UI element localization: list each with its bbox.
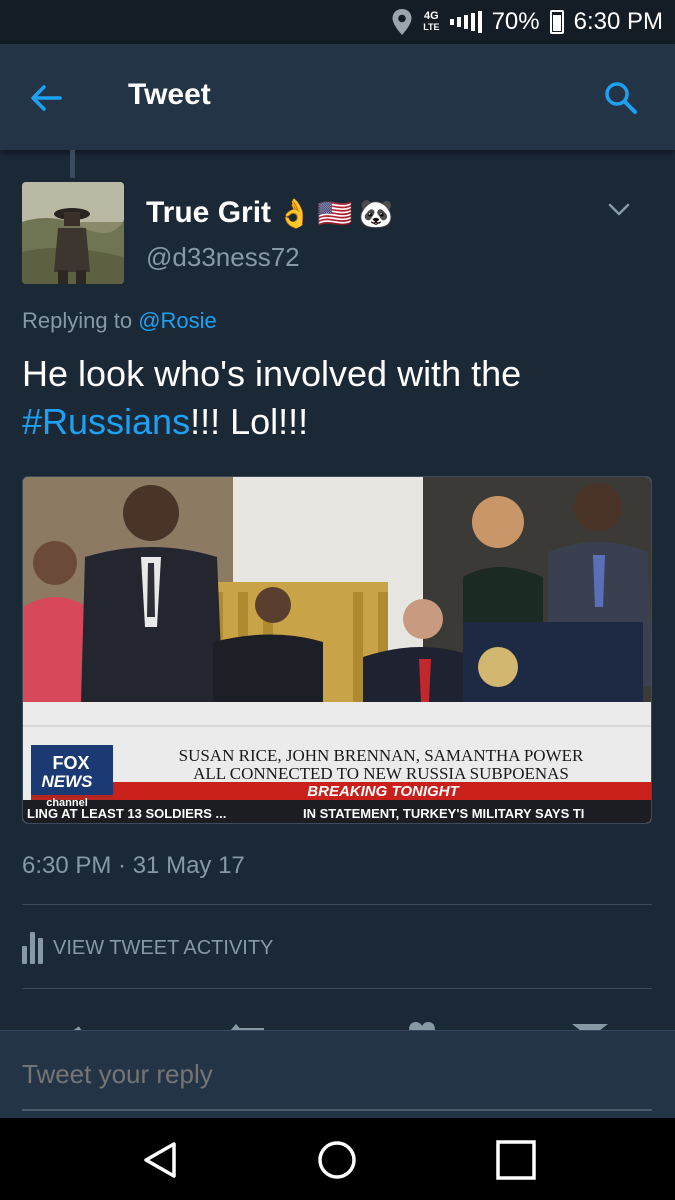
tweet-menu-button[interactable] (604, 198, 634, 222)
network-gen: 4G (424, 10, 439, 22)
fox-logo-mid: NEWS (42, 772, 94, 791)
us-flag-emoji: 🇺🇸 (317, 197, 353, 229)
network-lte: LTE (423, 22, 440, 32)
thread-connector-line (70, 150, 75, 178)
battery-percent: 70% (491, 8, 540, 35)
search-icon (605, 82, 637, 114)
reply-input-underline (22, 1109, 652, 1111)
author-handle[interactable]: @d33ness72 (146, 242, 300, 273)
app-bar: Tweet (0, 44, 675, 150)
nav-home-button[interactable] (315, 1138, 359, 1182)
reply-composer (0, 1030, 675, 1118)
tweet-text: He look who's involved with the #Russian… (22, 350, 652, 446)
tweet-timestamp: 6:30 PM · 31 May 17 (22, 852, 245, 879)
author-display-name[interactable]: True Grit 👌 🇺🇸 🐼 (146, 196, 394, 230)
divider (22, 904, 652, 905)
fox-logo-top: FOX (52, 753, 89, 773)
tweet-photo[interactable]: FOX NEWS channel SUSAN RICE, JOHN BRENNA… (22, 476, 652, 824)
replying-prefix: Replying to (22, 308, 133, 333)
tweet-text-body: He look who's involved with the (22, 353, 522, 394)
back-button[interactable] (26, 78, 66, 118)
reply-input[interactable] (22, 1059, 642, 1090)
page-title: Tweet (128, 78, 211, 111)
location-icon (391, 8, 413, 36)
author-name-text: True Grit (146, 196, 272, 229)
bar-chart-icon (22, 932, 43, 964)
headline-line1: SUSAN RICE, JOHN BRENNAN, SAMANTHA POWER (179, 746, 584, 765)
battery-icon (549, 10, 564, 34)
ok-hand-emoji: 👌 (277, 197, 312, 229)
replying-to: Replying to @Rosie (22, 308, 217, 334)
back-triangle-icon (144, 1142, 176, 1178)
chevron-down-icon (608, 203, 630, 216)
recents-square-icon (496, 1140, 536, 1180)
ticker-left: LING AT LEAST 13 SOLDIERS ... (27, 806, 226, 821)
panda-emoji: 🐼 (358, 197, 394, 229)
view-tweet-activity-button[interactable]: VIEW TWEET ACTIVITY (22, 928, 273, 968)
nav-recents-button[interactable] (494, 1138, 538, 1182)
breaking-banner: BREAKING TONIGHT (307, 783, 460, 800)
home-circle-icon (318, 1141, 356, 1179)
tweet-text-tail: !!! Lol!!! (190, 401, 309, 442)
headline-line2: ALL CONNECTED TO NEW RUSSIA SUBPOENAS (193, 764, 569, 783)
activity-label: VIEW TWEET ACTIVITY (53, 936, 274, 959)
ticker-right: IN STATEMENT, TURKEY'S MILITARY SAYS TI (303, 806, 584, 821)
system-nav-bar (0, 1118, 675, 1200)
tv-screenshot-photo: FOX NEWS channel SUSAN RICE, JOHN BRENNA… (23, 477, 651, 823)
tweet-actions-row (0, 1010, 675, 1032)
clock: 6:30 PM (573, 8, 663, 35)
avatar[interactable] (22, 182, 124, 284)
divider (22, 988, 652, 989)
arrow-left-icon (31, 85, 62, 111)
search-button[interactable] (601, 78, 641, 118)
nav-back-button[interactable] (138, 1138, 182, 1182)
network-type: 4G LTE (423, 11, 439, 33)
signal-icon (449, 11, 482, 33)
status-bar: 4G LTE 70% 6:30 PM (0, 0, 675, 44)
hashtag-link[interactable]: #Russians (22, 401, 190, 442)
tweet-detail-screen: 4G LTE 70% 6:30 PM Tweet True Grit 👌 🇺🇸 … (0, 0, 675, 1200)
replying-to-link[interactable]: @Rosie (138, 308, 217, 333)
